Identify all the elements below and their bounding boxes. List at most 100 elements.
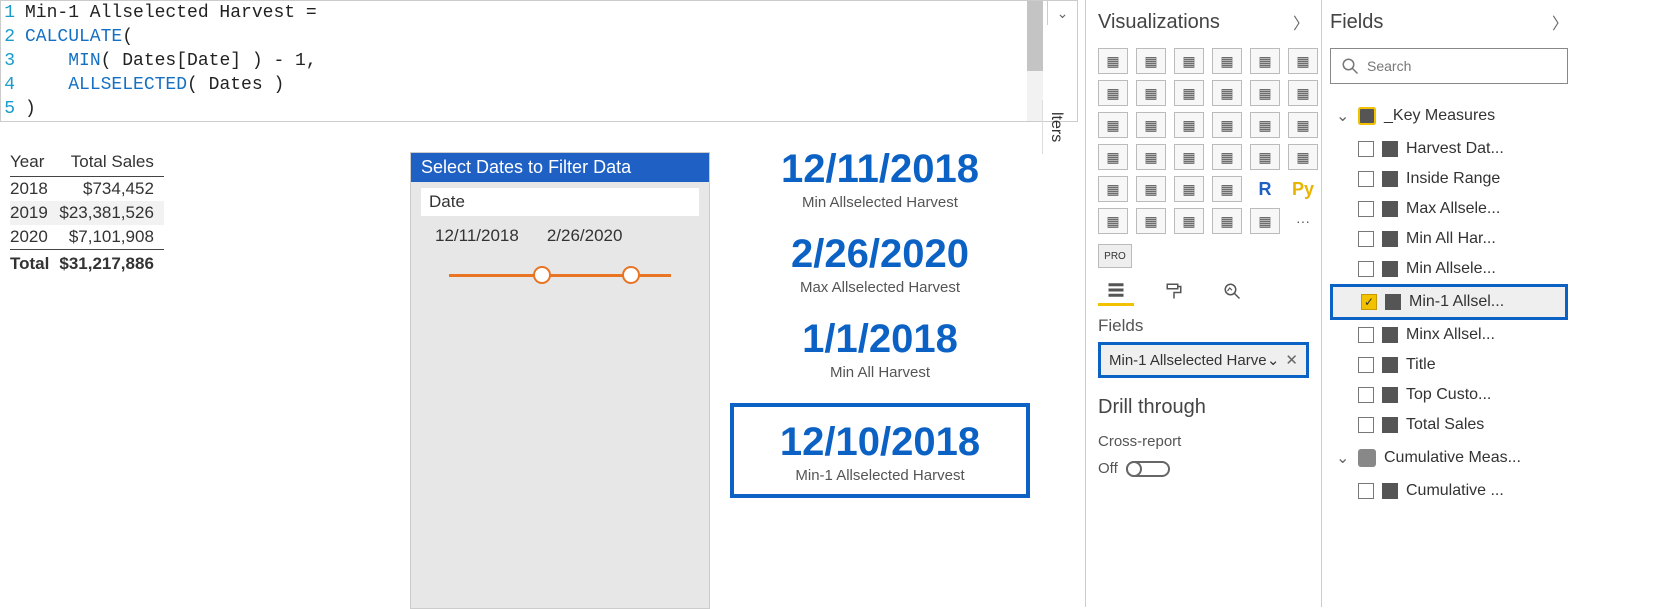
formula-scrollbar-thumb[interactable] [1027, 1, 1043, 71]
viz-type-clustered-bar[interactable]: ▦ [1136, 48, 1166, 74]
formula-line[interactable]: 2CALCULATE( [1, 25, 1077, 49]
viz-type-line-stacked[interactable]: ▦ [1250, 80, 1280, 106]
field-item[interactable]: Inside Range [1330, 164, 1568, 194]
visualizations-collapse-chevron[interactable]: 〉 [1293, 10, 1309, 34]
sales-col-total[interactable]: Total Sales [59, 148, 164, 177]
viz-type-pie[interactable]: ▦ [1212, 112, 1242, 138]
cross-report-toggle[interactable]: Off [1098, 460, 1309, 477]
viz-type-clustered-column[interactable]: ▦ [1212, 48, 1242, 74]
viz-type-funnel[interactable]: ▦ [1136, 112, 1166, 138]
card-visual[interactable]: 1/1/2018Min All Harvest [730, 318, 1030, 381]
viz-type-stacked-bar-100[interactable]: ▦ [1250, 48, 1280, 74]
viz-type-kpi[interactable]: ▦ [1098, 176, 1128, 202]
viz-type-qa[interactable]: ▦ [1174, 208, 1204, 234]
table-row[interactable]: 2020$7,101,908 [10, 225, 164, 250]
viz-type-card[interactable]: ▦ [1250, 144, 1280, 170]
viz-type-key-influencers[interactable]: ▦ [1098, 208, 1128, 234]
toggle-knob[interactable] [1126, 461, 1142, 477]
field-checkbox[interactable] [1358, 483, 1374, 499]
field-item[interactable]: Minx Allsel... [1330, 320, 1568, 350]
fields-well-tab[interactable] [1098, 276, 1134, 306]
slicer-handle-end[interactable] [622, 266, 640, 284]
formula-code[interactable]: ) [19, 97, 1077, 121]
field-item[interactable]: Title [1330, 350, 1568, 380]
fields-search-input[interactable]: Search [1330, 48, 1568, 84]
formula-line[interactable]: 5) [1, 97, 1077, 121]
pro-visual-chip[interactable]: PRO [1098, 244, 1132, 268]
sales-table-visual[interactable]: Year Total Sales 2018$734,4522019$23,381… [10, 148, 164, 276]
viz-type-r-visual[interactable]: R [1250, 176, 1280, 202]
filters-pane-collapsed[interactable]: lters [1042, 100, 1069, 154]
field-item[interactable]: Cumulative ... [1330, 476, 1568, 506]
card-visual[interactable]: 12/11/2018Min Allselected Harvest [730, 148, 1030, 211]
slicer-handle-start[interactable] [533, 266, 551, 284]
table-row[interactable]: 2019$23,381,526 [10, 201, 164, 225]
field-checkbox[interactable] [1358, 231, 1374, 247]
viz-type-more-visuals[interactable]: ▦ [1250, 208, 1280, 234]
viz-type-shape-map[interactable]: ▦ [1174, 144, 1204, 170]
formula-code[interactable]: CALCULATE( [19, 25, 1077, 49]
field-checkbox[interactable] [1358, 261, 1374, 277]
viz-type-scatter[interactable]: ▦ [1174, 112, 1204, 138]
viz-type-ellipsis[interactable]: ··· [1288, 208, 1318, 234]
formula-code[interactable]: MIN( Dates[Date] ) - 1, [19, 49, 1077, 73]
viz-type-slicer[interactable]: ▦ [1136, 176, 1166, 202]
viz-type-treemap[interactable]: ▦ [1288, 112, 1318, 138]
viz-type-stacked-bar[interactable]: ▦ [1098, 48, 1128, 74]
fields-well-item[interactable]: Min-1 Allselected Harve ⌄ ✕ [1098, 342, 1309, 378]
viz-type-line[interactable]: ▦ [1098, 80, 1128, 106]
slicer-range-track[interactable] [449, 264, 671, 288]
fields-collapse-chevron[interactable]: 〉 [1552, 10, 1568, 34]
field-checkbox[interactable]: ✓ [1361, 294, 1377, 310]
viz-type-line-clustered[interactable]: ▦ [1212, 80, 1242, 106]
field-item[interactable]: Min Allsele... [1330, 254, 1568, 284]
field-checkbox[interactable] [1358, 327, 1374, 343]
formula-expand-chevron[interactable]: ⌄ [1047, 1, 1077, 25]
field-group-header[interactable]: ⌄_Key Measures [1330, 98, 1568, 134]
formula-scrollbar[interactable] [1027, 1, 1043, 121]
analytics-tab[interactable] [1214, 276, 1250, 306]
format-tab[interactable] [1156, 276, 1192, 306]
toggle-track[interactable] [1126, 461, 1170, 477]
field-item[interactable]: Max Allsele... [1330, 194, 1568, 224]
viz-type-donut[interactable]: ▦ [1250, 112, 1280, 138]
viz-type-waterfall[interactable]: ▦ [1098, 112, 1128, 138]
viz-type-matrix[interactable]: ▦ [1212, 176, 1242, 202]
field-item[interactable]: Top Custo... [1330, 380, 1568, 410]
viz-type-ribbon[interactable]: ▦ [1288, 80, 1318, 106]
remove-field-icon[interactable]: ✕ [1285, 351, 1298, 369]
slicer-end-date[interactable]: 2/26/2020 [547, 226, 623, 246]
viz-type-decomposition[interactable]: ▦ [1136, 208, 1166, 234]
field-item[interactable]: ✓Min-1 Allsel... [1330, 284, 1568, 320]
slicer-start-date[interactable]: 12/11/2018 [435, 226, 519, 246]
date-slicer[interactable]: Select Dates to Filter Data Date 12/11/2… [410, 152, 710, 609]
viz-type-multi-row-card[interactable]: ▦ [1288, 144, 1318, 170]
field-item[interactable]: Min All Har... [1330, 224, 1568, 254]
formula-code[interactable]: ALLSELECTED( Dates ) [19, 73, 1077, 97]
viz-type-paginated[interactable]: ▦ [1212, 208, 1242, 234]
field-checkbox[interactable] [1358, 417, 1374, 433]
sales-col-year[interactable]: Year [10, 148, 59, 177]
viz-type-gauge[interactable]: ▦ [1212, 144, 1242, 170]
field-group-header[interactable]: ⌄Cumulative Meas... [1330, 440, 1568, 476]
viz-type-stacked-column[interactable]: ▦ [1174, 48, 1204, 74]
viz-type-python-visual[interactable]: Py [1288, 176, 1318, 202]
viz-type-map[interactable]: ▦ [1098, 144, 1128, 170]
field-checkbox[interactable] [1358, 141, 1374, 157]
card-visual[interactable]: 2/26/2020Max Allselected Harvest [730, 233, 1030, 296]
slicer-field-name[interactable]: Date [421, 188, 699, 216]
viz-type-area[interactable]: ▦ [1136, 80, 1166, 106]
formula-code[interactable]: Min-1 Allselected Harvest = [19, 1, 1077, 25]
viz-type-clustered-column-100[interactable]: ▦ [1288, 48, 1318, 74]
field-checkbox[interactable] [1358, 357, 1374, 373]
field-checkbox[interactable] [1358, 201, 1374, 217]
formula-bar[interactable]: 1Min-1 Allselected Harvest = 2CALCULATE(… [0, 0, 1078, 122]
field-checkbox[interactable] [1358, 171, 1374, 187]
chevron-down-icon[interactable]: ⌄ [1267, 351, 1280, 369]
viz-type-table[interactable]: ▦ [1174, 176, 1204, 202]
formula-line[interactable]: 3 MIN( Dates[Date] ) - 1, [1, 49, 1077, 73]
field-item[interactable]: Total Sales [1330, 410, 1568, 440]
formula-line[interactable]: 1Min-1 Allselected Harvest = [1, 1, 1077, 25]
field-checkbox[interactable] [1358, 387, 1374, 403]
formula-line[interactable]: 4 ALLSELECTED( Dates ) [1, 73, 1077, 97]
